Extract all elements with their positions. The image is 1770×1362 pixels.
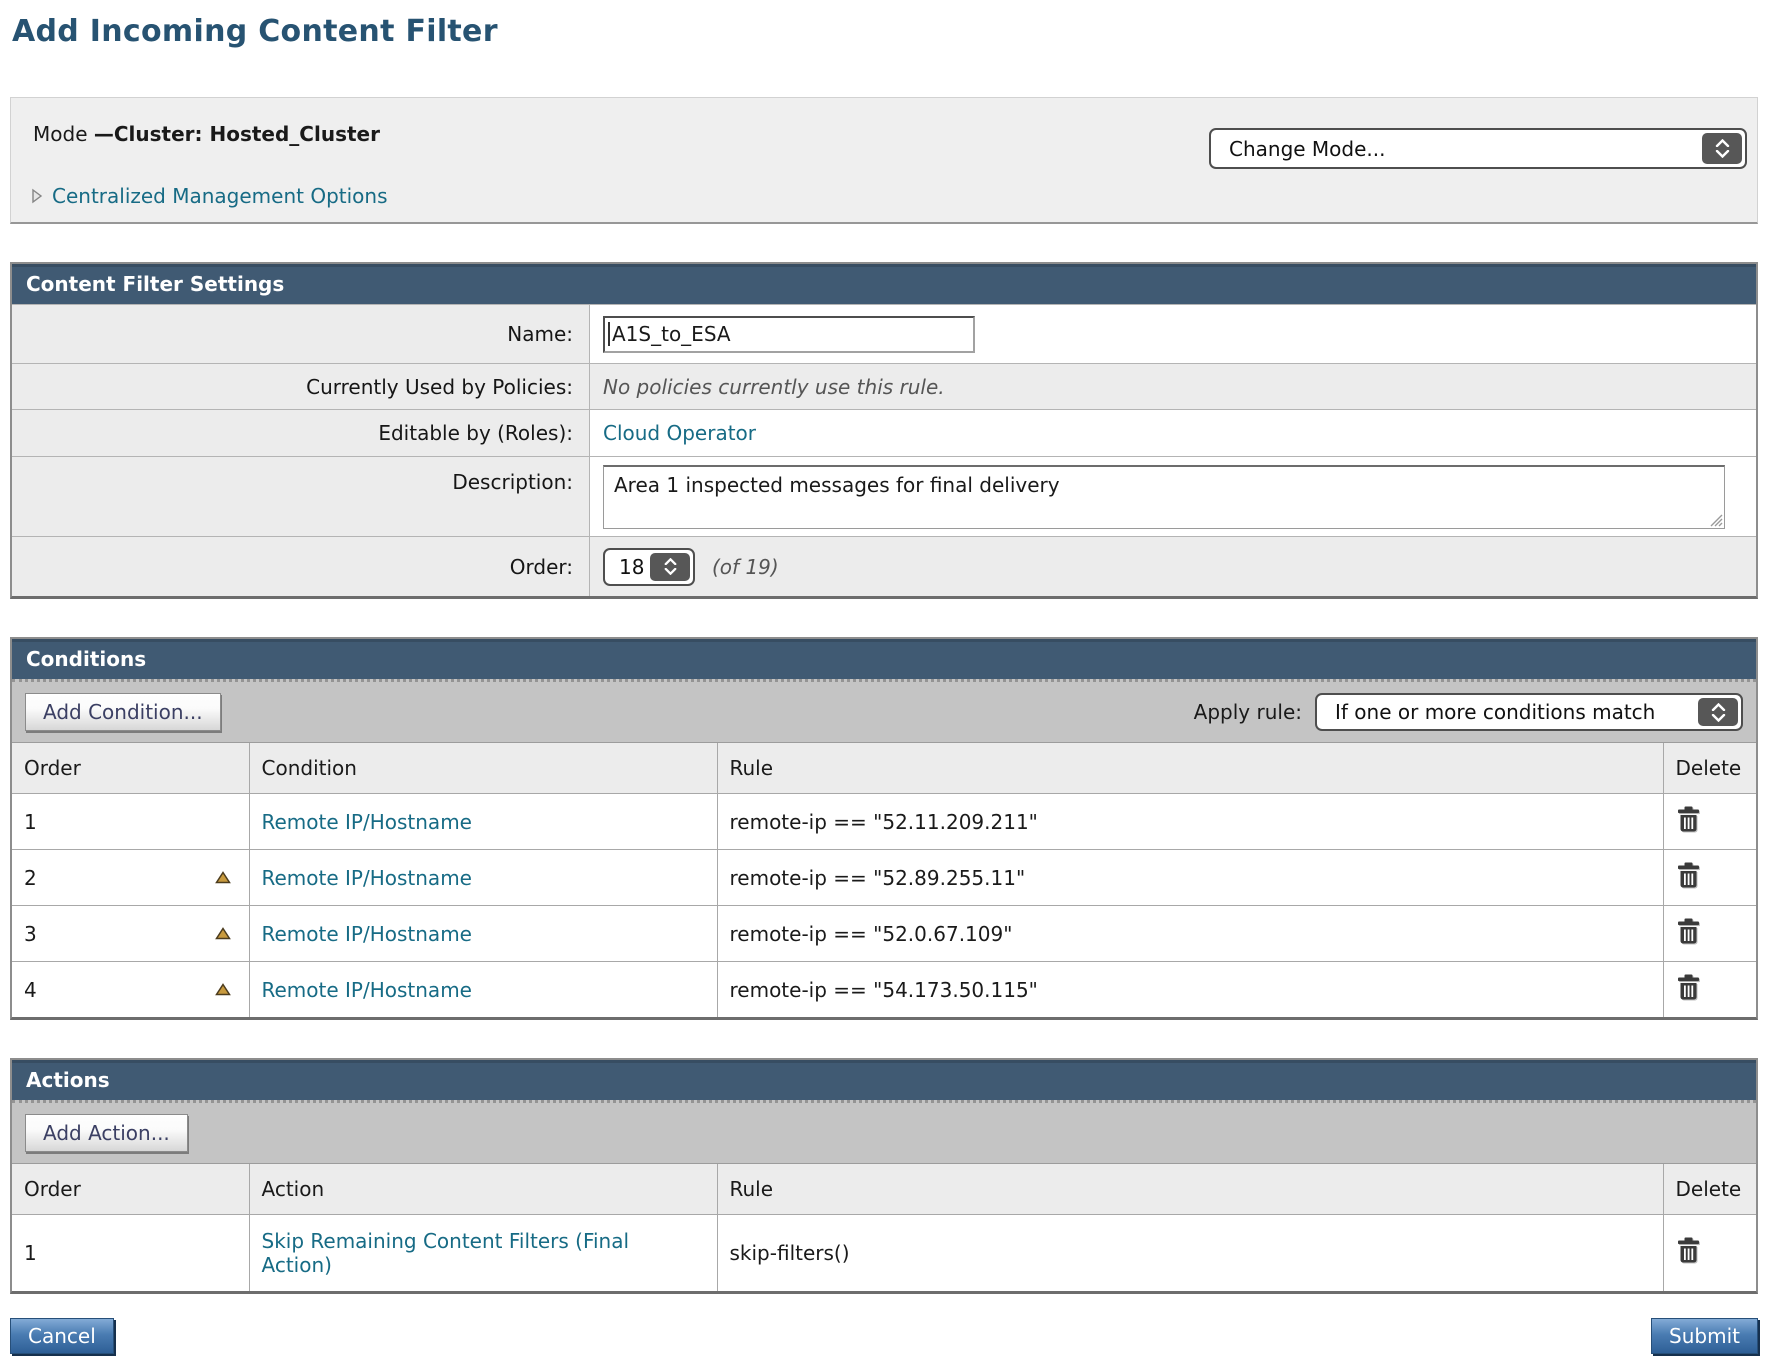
trash-icon[interactable] <box>1676 1236 1701 1264</box>
condition-link[interactable]: Remote IP/Hostname <box>262 810 472 834</box>
actions-toolbar: Add Action... <box>12 1100 1756 1164</box>
condition-order: 2 <box>24 866 37 890</box>
trash-icon[interactable] <box>1676 917 1701 945</box>
condition-row: 4 Remote IP/Hostname remote-ip == "54.17… <box>12 962 1756 1018</box>
order-select-value: 18 <box>605 550 647 584</box>
column-header-order: Order <box>12 743 249 794</box>
condition-order-cell: 1 <box>12 794 249 850</box>
up-down-chevrons-icon <box>1698 698 1738 726</box>
up-down-chevrons-icon <box>1702 133 1742 164</box>
editable-label: Editable by (Roles): <box>12 410 590 456</box>
conditions-table-header-row: Order Condition Rule Delete <box>12 743 1756 794</box>
editable-row: Editable by (Roles): Cloud Operator <box>12 409 1756 456</box>
triangle-right-icon <box>31 188 43 204</box>
conditions-table: Order Condition Rule Delete 1 Remote IP/… <box>12 743 1756 1017</box>
description-textarea-value: Area 1 inspected messages for final deli… <box>614 473 1060 497</box>
page-title: Add Incoming Content Filter <box>12 14 1758 49</box>
cloud-operator-link[interactable]: Cloud Operator <box>603 421 756 445</box>
policies-label: Currently Used by Policies: <box>12 364 590 409</box>
resize-grip-icon[interactable] <box>1708 512 1723 527</box>
column-header-order: Order <box>12 1164 249 1215</box>
apply-rule-label: Apply rule: <box>1194 700 1302 724</box>
apply-rule-select[interactable]: If one or more conditions match <box>1315 693 1743 731</box>
apply-rule-select-value: If one or more conditions match <box>1317 695 1695 729</box>
condition-link[interactable]: Remote IP/Hostname <box>262 866 472 890</box>
action-rule: skip-filters() <box>717 1215 1663 1291</box>
page: Add Incoming Content Filter Mode —Cluste… <box>0 0 1770 1362</box>
conditions-section: Conditions Add Condition... Apply rule: … <box>10 637 1758 1020</box>
mode-box: Mode —Cluster: Hosted_Cluster Centralize… <box>10 97 1758 224</box>
triangle-up-icon[interactable] <box>215 871 231 884</box>
name-input[interactable]: A1S_to_ESA <box>603 316 975 353</box>
name-row: Name: A1S_to_ESA <box>12 304 1756 363</box>
name-value-cell: A1S_to_ESA <box>590 305 1756 363</box>
policies-row: Currently Used by Policies: No policies … <box>12 363 1756 409</box>
column-header-delete: Delete <box>1663 743 1756 794</box>
condition-rule: remote-ip == "52.89.255.11" <box>717 850 1663 906</box>
trash-icon[interactable] <box>1676 805 1701 833</box>
trash-icon[interactable] <box>1676 973 1701 1001</box>
triangle-up-icon[interactable] <box>215 927 231 940</box>
action-order-cell: 1 <box>12 1215 249 1291</box>
name-input-value: A1S_to_ESA <box>612 322 731 346</box>
actions-table-header-row: Order Action Rule Delete <box>12 1164 1756 1215</box>
order-row: Order: 18 (of 19) <box>12 536 1756 596</box>
column-header-condition: Condition <box>249 743 717 794</box>
conditions-toolbar: Add Condition... Apply rule: If one or m… <box>12 679 1756 743</box>
condition-row: 3 Remote IP/Hostname remote-ip == "52.0.… <box>12 906 1756 962</box>
footer: Cancel Submit <box>10 1318 1758 1362</box>
mode-value: —Cluster: Hosted_Cluster <box>94 122 380 146</box>
order-total: (of 19) <box>712 555 779 579</box>
condition-rule: remote-ip == "54.173.50.115" <box>717 962 1663 1018</box>
actions-section: Actions Add Action... Order Action Rule … <box>10 1058 1758 1294</box>
change-mode-select[interactable]: Change Mode... <box>1209 128 1747 169</box>
description-value-cell: Area 1 inspected messages for final deli… <box>590 457 1756 536</box>
name-label: Name: <box>12 305 590 363</box>
description-textarea[interactable]: Area 1 inspected messages for final deli… <box>603 465 1725 529</box>
change-mode-select-value: Change Mode... <box>1211 130 1699 167</box>
actions-table: Order Action Rule Delete 1 Skip Remainin… <box>12 1164 1756 1291</box>
centralized-management-options-label: Centralized Management Options <box>52 184 388 208</box>
content-filter-settings-section: Content Filter Settings Name: A1S_to_ESA… <box>10 262 1758 599</box>
text-cursor <box>608 322 610 346</box>
apply-rule-group: Apply rule: If one or more conditions ma… <box>1194 693 1743 731</box>
centralized-management-options-link[interactable]: Centralized Management Options <box>31 184 388 208</box>
action-row: 1 Skip Remaining Content Filters (Final … <box>12 1215 1756 1291</box>
conditions-header: Conditions <box>12 639 1756 679</box>
condition-row: 1 Remote IP/Hostname remote-ip == "52.11… <box>12 794 1756 850</box>
submit-button[interactable]: Submit <box>1651 1318 1758 1354</box>
policies-value: No policies currently use this rule. <box>590 364 1756 409</box>
condition-order: 3 <box>24 922 37 946</box>
up-down-chevrons-icon <box>650 553 690 581</box>
content-filter-settings-header: Content Filter Settings <box>12 264 1756 304</box>
mode-label: Mode <box>33 122 94 146</box>
column-header-delete: Delete <box>1663 1164 1756 1215</box>
cancel-button[interactable]: Cancel <box>10 1318 114 1354</box>
column-header-rule: Rule <box>717 1164 1663 1215</box>
order-value-cell: 18 (of 19) <box>590 537 1756 596</box>
condition-link[interactable]: Remote IP/Hostname <box>262 922 472 946</box>
add-action-button[interactable]: Add Action... <box>25 1114 188 1152</box>
editable-value-cell: Cloud Operator <box>590 410 1756 456</box>
description-row: Description: Area 1 inspected messages f… <box>12 456 1756 536</box>
order-select[interactable]: 18 <box>603 548 695 586</box>
trash-icon[interactable] <box>1676 861 1701 889</box>
actions-header: Actions <box>12 1060 1756 1100</box>
description-label: Description: <box>12 457 590 536</box>
order-label: Order: <box>12 537 590 596</box>
condition-order: 4 <box>24 978 37 1002</box>
triangle-up-icon[interactable] <box>215 983 231 996</box>
column-header-action: Action <box>249 1164 717 1215</box>
condition-rule: remote-ip == "52.11.209.211" <box>717 794 1663 850</box>
column-header-rule: Rule <box>717 743 1663 794</box>
action-link[interactable]: Skip Remaining Content Filters (Final Ac… <box>262 1229 630 1277</box>
condition-rule: remote-ip == "52.0.67.109" <box>717 906 1663 962</box>
condition-link[interactable]: Remote IP/Hostname <box>262 978 472 1002</box>
condition-row: 2 Remote IP/Hostname remote-ip == "52.89… <box>12 850 1756 906</box>
add-condition-button[interactable]: Add Condition... <box>25 693 221 731</box>
